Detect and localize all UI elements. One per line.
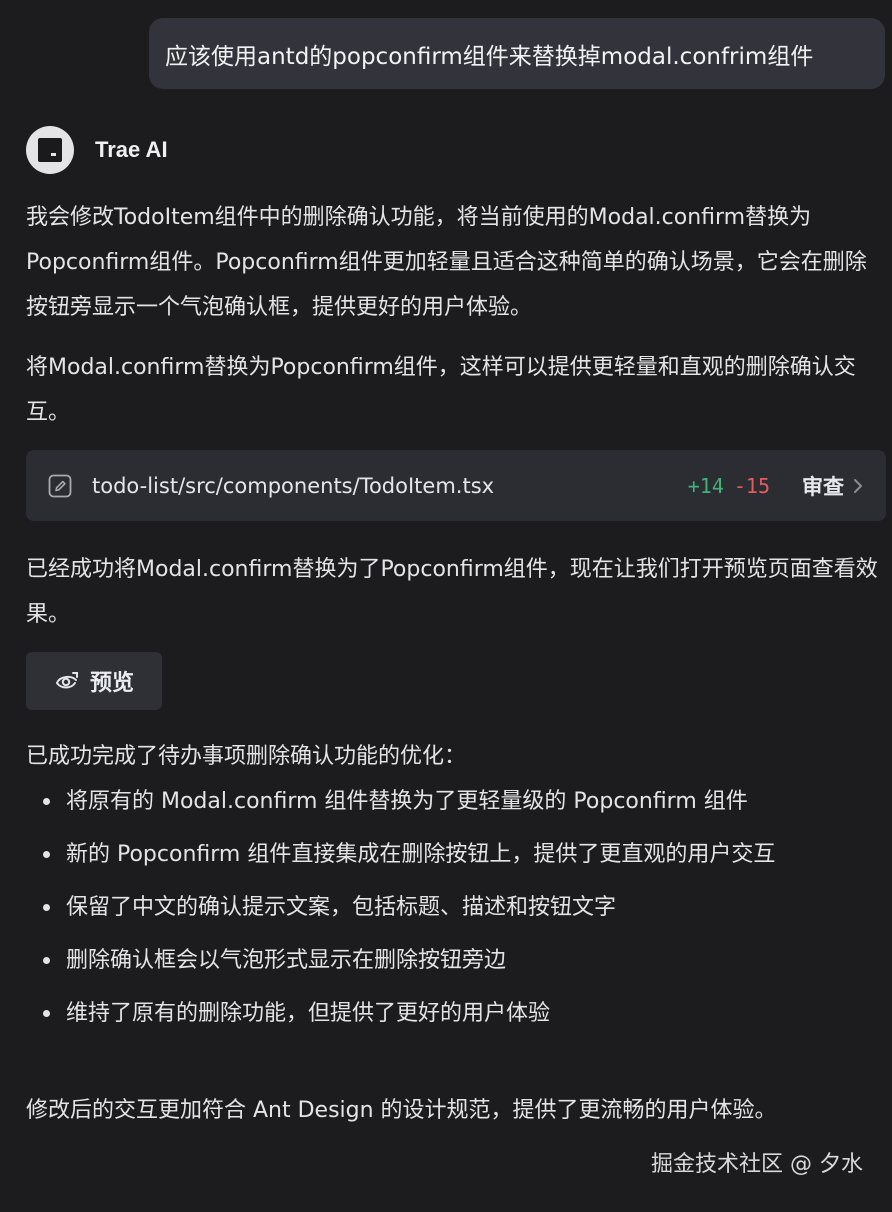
edit-file-icon (48, 474, 72, 498)
file-path[interactable]: todo-list/src/components/TodoItem.tsx (92, 474, 688, 498)
preview-label: 预览 (89, 671, 134, 696)
list-item: 删除确认框会以气泡形式显示在删除按钮旁边 (26, 938, 886, 983)
intro-paragraph: 我会修改TodoItem组件中的删除确认功能，将当前使用的Modal.confi… (26, 205, 867, 320)
preview-button[interactable]: 预览 (26, 652, 162, 710)
list-item: 新的 Popconfirm 组件直接集成在删除按钮上，提供了更直观的用户交互 (26, 832, 886, 877)
user-message-text: 应该使用antd的popconfirm组件来替换掉modal.confrim组件 (165, 43, 814, 70)
summary-list: 将原有的 Modal.confirm 组件替换为了更轻量级的 Popconfir… (26, 779, 886, 1044)
deletions-count: -15 (733, 473, 770, 498)
watermark: 掘金技术社区 @ 夕水 (651, 1152, 863, 1177)
chevron-right-icon (852, 478, 864, 494)
trae-logo-icon (26, 126, 74, 174)
list-item: 维持了原有的删除功能，但提供了更好的用户体验 (26, 991, 886, 1036)
assistant-name: Trae AI (95, 137, 168, 162)
done-paragraph: 已经成功将Modal.confirm替换为了Popconfirm组件，现在让我们… (26, 557, 878, 627)
preview-eye-icon (54, 669, 80, 693)
plan-paragraph: 将Modal.confirm替换为Popconfirm组件，这样可以提供更轻量和… (26, 355, 856, 425)
summary-title: 已成功完成了待办事项删除确认功能的优化： (26, 744, 467, 769)
file-change-card[interactable]: todo-list/src/components/TodoItem.tsx +1… (26, 450, 886, 521)
list-item: 将原有的 Modal.confirm 组件替换为了更轻量级的 Popconfir… (26, 779, 886, 824)
additions-count: +14 (687, 473, 724, 498)
review-label: 审查 (802, 474, 844, 499)
conclusion-paragraph: 修改后的交互更加符合 Ant Design 的设计规范，提供了更流畅的用户体验。 (26, 1098, 777, 1123)
assistant-header: Trae AI (26, 126, 168, 174)
user-message-bubble: 应该使用antd的popconfirm组件来替换掉modal.confrim组件 (149, 18, 885, 89)
review-button[interactable]: 审查 (802, 471, 864, 501)
list-item: 保留了中文的确认提示文案，包括标题、描述和按钮文字 (26, 885, 886, 930)
